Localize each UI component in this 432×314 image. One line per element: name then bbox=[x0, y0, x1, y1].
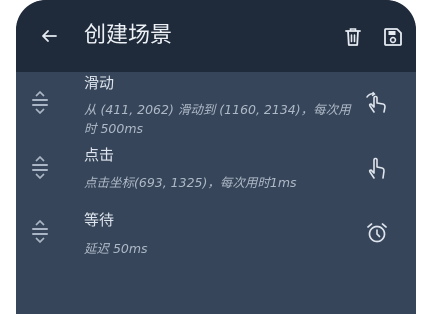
trash-icon bbox=[345, 28, 361, 46]
back-button[interactable] bbox=[36, 23, 62, 49]
delete-button[interactable] bbox=[340, 24, 366, 50]
top-app-bar: 创建场景 bbox=[16, 0, 416, 72]
step-name: 滑动 bbox=[84, 74, 115, 92]
page-title: 创建场景 bbox=[84, 23, 173, 48]
step-type-icon bbox=[364, 90, 390, 116]
step-description: 延迟 50ms bbox=[84, 241, 148, 256]
alarm-clock-icon bbox=[367, 223, 387, 243]
step-description: 点击坐标(693, 1325)，每次用时1ms bbox=[84, 175, 297, 190]
step-name: 点击 bbox=[84, 146, 115, 164]
scene-editor-window: 创建场景 滑动 从 (411, 2062) 滑动到 (1160, 2134)，每 bbox=[16, 0, 416, 314]
step-type-icon bbox=[364, 220, 390, 246]
list-item[interactable]: 等待 延迟 50ms bbox=[16, 208, 416, 268]
save-icon bbox=[384, 28, 402, 46]
swipe-gesture-icon bbox=[366, 91, 386, 113]
step-description: 从 (411, 2062) 滑动到 (1160, 2134)，每次用时 500m… bbox=[84, 102, 351, 136]
drag-handle-icon[interactable] bbox=[30, 156, 50, 179]
tap-gesture-icon bbox=[368, 157, 385, 179]
save-button[interactable] bbox=[380, 24, 406, 50]
list-item[interactable]: 点击 点击坐标(693, 1325)，每次用时1ms bbox=[16, 144, 416, 204]
drag-handle-icon[interactable] bbox=[30, 91, 50, 114]
arrow-left-icon bbox=[42, 30, 57, 42]
drag-handle-icon[interactable] bbox=[30, 220, 50, 243]
step-name: 等待 bbox=[84, 211, 115, 229]
list-item[interactable]: 滑动 从 (411, 2062) 滑动到 (1160, 2134)，每次用时 5… bbox=[16, 72, 416, 144]
step-type-icon bbox=[364, 155, 390, 181]
